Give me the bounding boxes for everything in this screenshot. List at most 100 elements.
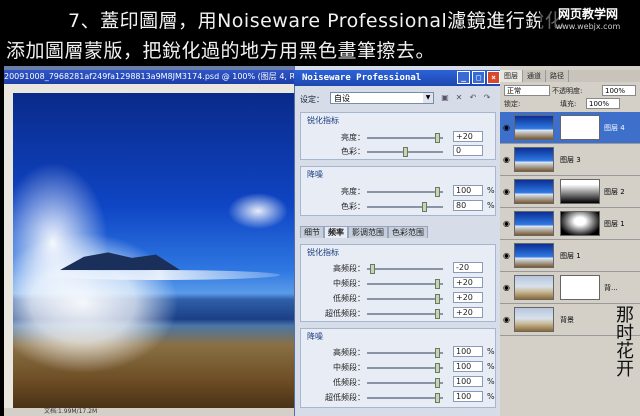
preset-value: 自设 (334, 94, 350, 103)
slider-track[interactable] (367, 393, 443, 403)
slider-track[interactable] (367, 348, 443, 358)
save-icon[interactable]: ▣ (440, 93, 450, 103)
slider-track[interactable] (367, 378, 443, 388)
slider-row: 中频段： +20 (301, 277, 495, 289)
slider-track[interactable] (367, 133, 443, 143)
minimize-button[interactable]: _ (457, 71, 470, 84)
layer-mask-thumbnail[interactable] (560, 211, 600, 236)
delete-icon[interactable]: ✕ (454, 93, 464, 103)
tab-layers[interactable]: 图层 (500, 70, 523, 82)
slider-track[interactable] (367, 294, 443, 304)
value-input[interactable]: 100 (453, 346, 483, 357)
layer-row[interactable]: ◉ 图层 2 (500, 176, 640, 208)
layer-mask-thumbnail[interactable] (560, 275, 600, 300)
eye-icon[interactable]: ◉ (503, 187, 512, 196)
document-status-bar: 文档:1.99M/17.2M (4, 408, 334, 416)
slider-track[interactable] (367, 309, 443, 319)
slider-track[interactable] (367, 202, 443, 212)
tab-channels[interactable]: 通道 (523, 70, 546, 82)
value-input[interactable]: 80 (453, 200, 483, 211)
value-input[interactable]: 100 (453, 185, 483, 196)
beach-photo-canvas[interactable] (13, 93, 294, 416)
opacity-input[interactable]: 100% (602, 85, 636, 96)
preset-select[interactable]: 自设 ▼ (330, 92, 434, 104)
layer-thumbnail (514, 275, 554, 300)
slider-track[interactable] (367, 279, 443, 289)
blend-mode-select[interactable]: 正常 (504, 85, 550, 96)
slider-thumb[interactable] (435, 279, 440, 289)
slider-row: 亮度： 100 % (301, 185, 495, 197)
slider-thumb[interactable] (435, 363, 440, 373)
tab-paths[interactable]: 路径 (546, 70, 569, 82)
value-input[interactable]: +20 (453, 277, 483, 288)
value-input[interactable]: +20 (453, 131, 483, 142)
slider-track[interactable] (367, 264, 443, 274)
photo-wave (40, 270, 280, 280)
layer-row[interactable]: ◉ 图层 4 (500, 112, 640, 144)
watermark-url: www.webjx.com (555, 22, 621, 31)
eye-icon[interactable]: ◉ (503, 219, 512, 228)
freq-noise-title: 降噪 (307, 332, 323, 341)
value-input[interactable]: 100 (453, 361, 483, 372)
tab-tonal-range[interactable]: 影调范围 (348, 226, 388, 238)
close-button[interactable]: × (487, 71, 500, 84)
layer-row[interactable]: ◉ 图层 1 (500, 208, 640, 240)
layer-row[interactable]: ◉ 背... (500, 272, 640, 304)
slider-thumb[interactable] (435, 187, 440, 197)
maximize-button[interactable]: □ (472, 71, 485, 84)
layer-name: 图层 1 (604, 220, 625, 228)
layer-name: 背景 (560, 316, 574, 324)
unit-label: % (487, 362, 495, 371)
slider-thumb[interactable] (435, 294, 440, 304)
slider-label: 高频段： (333, 348, 365, 357)
layer-thumbnail (514, 211, 554, 236)
slider-thumb[interactable] (403, 147, 408, 157)
document-size: 文档:1.99M/17.2M (44, 408, 98, 415)
slider-thumb[interactable] (370, 264, 375, 274)
slider-label: 亮度： (341, 133, 365, 142)
value-input[interactable]: 100 (453, 391, 483, 402)
slider-thumb[interactable] (422, 202, 427, 212)
document-title-bar[interactable]: 20091008_7968281af249fa1298813a9M8JM3174… (4, 70, 294, 84)
slider-track[interactable] (367, 363, 443, 373)
slider-thumb[interactable] (435, 309, 440, 319)
layer-mask-thumbnail[interactable] (560, 115, 600, 140)
slider-thumb[interactable] (435, 393, 440, 403)
layer-row[interactable]: ◉ 图层 3 (500, 144, 640, 176)
slider-thumb[interactable] (435, 133, 440, 143)
slider-row: 中频段： 100 % (301, 361, 495, 373)
layer-name: 图层 3 (560, 156, 581, 164)
eye-icon[interactable]: ◉ (503, 251, 512, 260)
layer-thumbnail (514, 147, 554, 172)
slider-track[interactable] (367, 187, 443, 197)
slider-row: 超低频段： +20 (301, 307, 495, 319)
freq-sharpen-title: 锐化指标 (307, 248, 339, 257)
layer-row[interactable]: ◉ 图层 1 (500, 240, 640, 272)
tab-color-range[interactable]: 色彩范围 (388, 226, 428, 238)
value-input[interactable]: +20 (453, 292, 483, 303)
noise-group-title: 降噪 (307, 170, 323, 179)
fill-input[interactable]: 100% (586, 98, 620, 109)
value-input[interactable]: +20 (453, 307, 483, 318)
document-title: 20091008_7968281af249fa1298813a9M8JM3174… (4, 72, 294, 81)
eye-icon[interactable]: ◉ (503, 123, 512, 132)
value-input[interactable]: -20 (453, 262, 483, 273)
slider-track[interactable] (367, 147, 443, 157)
eye-icon[interactable]: ◉ (503, 315, 512, 324)
redo-icon[interactable]: ↷ (482, 93, 492, 103)
unit-label: % (487, 201, 495, 210)
layer-thumbnail (514, 115, 554, 140)
eye-icon[interactable]: ◉ (503, 155, 512, 164)
value-input[interactable]: 0 (453, 145, 483, 156)
noiseware-title-bar[interactable]: Noiseware Professional _ □ × (294, 70, 500, 86)
undo-icon[interactable]: ↶ (468, 93, 478, 103)
tab-detail[interactable]: 细节 (300, 226, 324, 238)
chevron-down-icon: ▼ (423, 93, 433, 103)
tab-frequency[interactable]: 频率 (324, 226, 348, 238)
eye-icon[interactable]: ◉ (503, 283, 512, 292)
value-input[interactable]: 100 (453, 376, 483, 387)
slider-label: 超低频段： (325, 393, 365, 402)
slider-thumb[interactable] (435, 348, 440, 358)
layer-mask-thumbnail[interactable] (560, 179, 600, 204)
slider-thumb[interactable] (435, 378, 440, 388)
